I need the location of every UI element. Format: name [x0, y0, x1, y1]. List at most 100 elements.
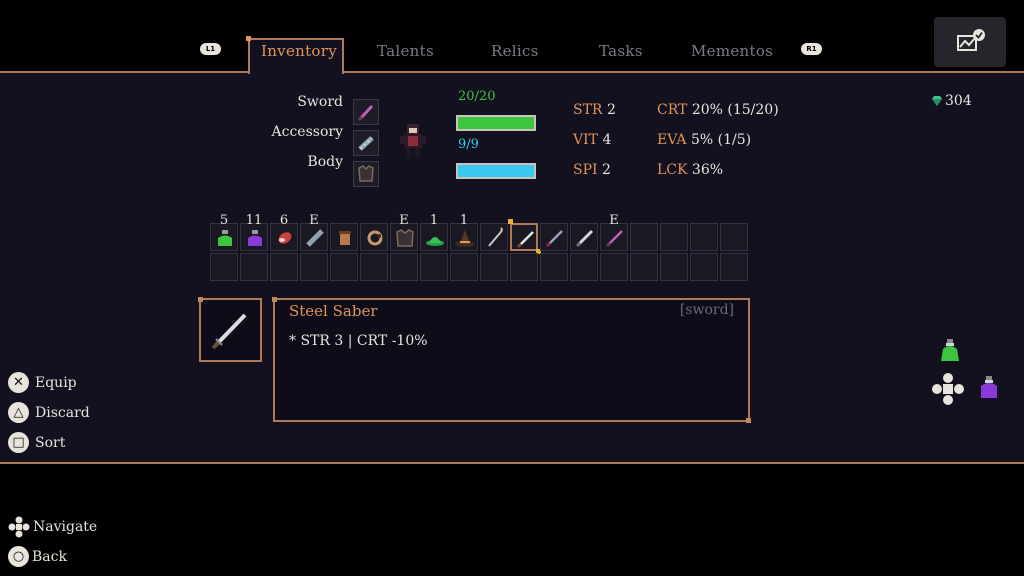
square-button-icon: □: [8, 432, 29, 453]
armor-icon: [358, 165, 374, 182]
item-preview: [198, 297, 262, 362]
inventory-slot[interactable]: [420, 253, 448, 281]
slot-count-badge: 1: [429, 213, 439, 228]
stat-spi-key: SPI: [573, 162, 598, 178]
circle-button-icon: ○: [8, 546, 29, 567]
back-label: Back: [32, 548, 67, 565]
stat-lck-key: LCK: [657, 162, 688, 178]
meat-icon: [278, 232, 292, 244]
inventory-slot[interactable]: [690, 253, 718, 281]
slot-count-badge: 5: [219, 213, 229, 228]
inventory-slot[interactable]: [510, 253, 538, 281]
top-divider: [0, 71, 1024, 73]
inventory-slot[interactable]: [660, 223, 688, 251]
inventory-slot-selected[interactable]: [510, 223, 538, 251]
body-equip-slot[interactable]: [353, 161, 379, 187]
inventory-slot[interactable]: [480, 253, 508, 281]
stat-lck-value: 36%: [691, 162, 724, 178]
scroll-icon: [339, 231, 351, 245]
witch-hat-icon: [455, 230, 475, 247]
character-sprite: [400, 124, 426, 158]
sword-equip-slot[interactable]: [353, 99, 379, 125]
inventory-slot[interactable]: [360, 253, 388, 281]
back-hint[interactable]: ○ Back: [8, 546, 67, 567]
item-description: * STR 3 | CRT -10%: [289, 333, 428, 349]
dpad-icon[interactable]: [931, 372, 965, 406]
discard-label: Discard: [35, 404, 90, 421]
inventory-slot[interactable]: [480, 223, 508, 251]
inventory-slot[interactable]: [390, 253, 418, 281]
inventory-slot[interactable]: [210, 253, 238, 281]
navigate-label: Navigate: [33, 519, 98, 535]
inventory-slot[interactable]: [540, 223, 568, 251]
equip-action[interactable]: ✕ Equip: [8, 372, 77, 393]
green-potion-icon: [218, 230, 232, 246]
inventory-slot[interactable]: [570, 223, 598, 251]
discard-action[interactable]: △ Discard: [8, 402, 90, 423]
hp-value: 20/20: [458, 89, 496, 104]
gem-icon: [932, 96, 942, 106]
inventory-slot[interactable]: [330, 223, 358, 251]
slot-count-badge: 6: [279, 213, 289, 228]
inventory-slot[interactable]: [630, 253, 658, 281]
tab-tasks[interactable]: Tasks: [599, 42, 643, 60]
inventory-slot[interactable]: [630, 223, 658, 251]
hp-bar: [456, 115, 536, 131]
inventory-slot[interactable]: [450, 253, 478, 281]
stat-eva-value: 5% (1/5): [690, 132, 752, 148]
stat-str-value: 2: [606, 102, 616, 118]
inventory-slot[interactable]: [330, 253, 358, 281]
inventory-slot[interactable]: [240, 253, 268, 281]
accessory-slot-label: Accessory: [271, 124, 343, 140]
slot-count-badge: E: [609, 213, 619, 228]
stat-spi-value: 2: [602, 162, 611, 178]
tab-inventory[interactable]: Inventory: [261, 42, 337, 60]
tab-talents[interactable]: Talents: [377, 42, 434, 60]
inventory-slot[interactable]: [300, 253, 328, 281]
l1-button-icon[interactable]: L1: [200, 43, 221, 55]
item-type: [sword]: [679, 302, 734, 318]
inventory-slot[interactable]: [660, 253, 688, 281]
ring-icon: [367, 230, 383, 246]
r1-button-icon[interactable]: R1: [801, 43, 822, 55]
sort-action[interactable]: □ Sort: [8, 432, 65, 453]
item-name: Steel Saber: [289, 302, 378, 320]
gem-counter: 304: [931, 93, 972, 109]
tab-relics[interactable]: Relics: [491, 42, 539, 60]
mp-bar-fill: [458, 165, 534, 177]
chart-check-icon: [957, 29, 985, 51]
stats-chart-button[interactable]: [934, 17, 1006, 67]
dark-sword-icon: [545, 230, 563, 248]
sword-slot-label: Sword: [297, 94, 343, 110]
inventory-slot[interactable]: [690, 223, 718, 251]
stat-str-key: STR: [573, 102, 603, 118]
dpad-small-icon: [8, 516, 30, 538]
stat-spi: SPI 2: [573, 162, 611, 178]
inventory-slot[interactable]: [540, 253, 568, 281]
slot-count-badge: 1: [459, 213, 469, 228]
pink-sword-icon: [605, 230, 623, 248]
slot-count-badge: E: [309, 213, 319, 228]
accessory-equip-slot[interactable]: [353, 130, 379, 156]
cross-button-icon: ✕: [8, 372, 29, 393]
inventory-slot[interactable]: [720, 253, 748, 281]
equip-label: Equip: [35, 374, 77, 391]
inventory-slot[interactable]: [270, 253, 298, 281]
stat-vit-key: VIT: [573, 132, 598, 148]
bandage-icon: [358, 136, 374, 151]
green-hat-icon: [426, 237, 444, 246]
inventory-slot[interactable]: [570, 253, 598, 281]
stat-lck: LCK 36%: [657, 162, 723, 178]
frame-corner: [272, 297, 277, 302]
tab-mementos[interactable]: Mementos: [691, 42, 773, 60]
inventory-slot[interactable]: [360, 223, 388, 251]
inventory-slot[interactable]: [600, 253, 628, 281]
stat-vit-value: 4: [602, 132, 612, 148]
purple-potion-icon: [248, 230, 262, 246]
stat-crt: CRT 20% (15/20): [657, 102, 779, 118]
stat-crt-value: 20% (15/20): [691, 102, 779, 118]
slot-count-badge: 11: [245, 213, 263, 228]
inventory-slot[interactable]: [720, 223, 748, 251]
green-potion-icon: [941, 339, 959, 361]
silver-sword-icon: [575, 229, 594, 248]
